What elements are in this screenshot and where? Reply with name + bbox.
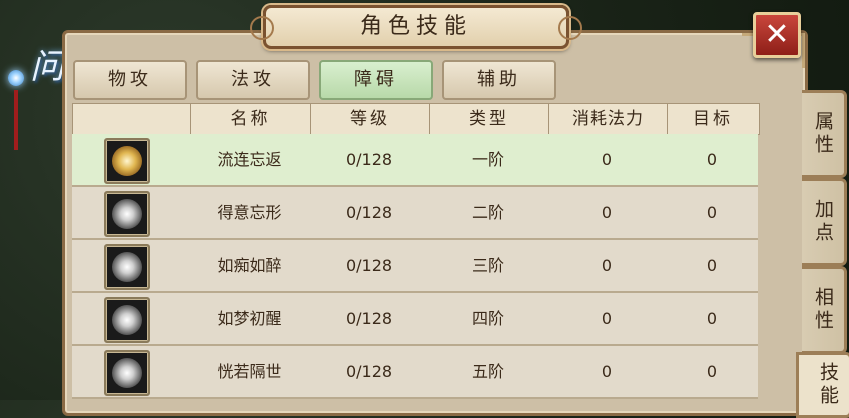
skill-target: 0 (706, 203, 718, 222)
skill-name: 恍若隔世 (217, 362, 282, 381)
skill-target: 0 (706, 150, 718, 169)
skill-type: 一阶 (471, 150, 504, 169)
table-row[interactable]: 恍若隔世 0/128 五阶 0 0 (72, 346, 758, 399)
skill-mana-cost: 0 (601, 150, 613, 169)
header-icon-column (73, 104, 191, 134)
tab-obstruction[interactable]: 障碍 (319, 60, 433, 100)
silver-sparkle-skill-icon[interactable] (104, 297, 150, 343)
skill-level: 0/128 (345, 150, 393, 169)
header-mana-cost: 消耗法力 (549, 104, 668, 134)
tab-support[interactable]: 辅助 (442, 60, 556, 100)
tab-physical-attack[interactable]: 物攻 (73, 60, 187, 100)
skill-level: 0/128 (345, 309, 393, 328)
skill-mana-cost: 0 (601, 309, 613, 328)
header-level: 等级 (311, 104, 430, 134)
silver-swirl-skill-icon[interactable] (104, 191, 150, 237)
header-type: 类型 (430, 104, 549, 134)
skill-level: 0/128 (345, 203, 393, 222)
skill-target: 0 (706, 362, 718, 381)
table-row[interactable]: 如痴如醉 0/128 三阶 0 0 (72, 240, 758, 293)
side-tab-affinity[interactable]: 相性 (802, 266, 847, 354)
skill-target: 0 (706, 256, 718, 275)
skill-type: 四阶 (471, 309, 504, 328)
side-tab-skills[interactable]: 技能 (796, 352, 849, 418)
table-row[interactable]: 如梦初醒 0/128 四阶 0 0 (72, 293, 758, 346)
skill-type: 五阶 (471, 362, 504, 381)
silver-mask-skill-icon[interactable] (104, 244, 150, 290)
silver-star-skill-icon[interactable] (104, 350, 150, 396)
skill-type: 二阶 (471, 203, 504, 222)
window-title: 角色技能 (250, 5, 582, 49)
skill-level: 0/128 (345, 362, 393, 381)
skill-target: 0 (706, 309, 718, 328)
skill-mana-cost: 0 (601, 203, 613, 222)
header-target: 目标 (693, 109, 733, 129)
table-row[interactable]: 得意忘形 0/128 二阶 0 0 (72, 187, 758, 240)
skill-name: 如梦初醒 (217, 309, 282, 328)
table-row[interactable]: 流连忘返 0/128 一阶 0 0 (72, 134, 758, 187)
skill-name: 如痴如醉 (217, 256, 282, 275)
side-tab-add-points[interactable]: 加点 (802, 178, 847, 266)
table-header: 名称 等级 类型 消耗法力 目标 (72, 103, 760, 135)
skill-mana-cost: 0 (601, 256, 613, 275)
orb-ornament-icon (8, 70, 24, 86)
skill-mana-cost: 0 (601, 362, 613, 381)
skill-type: 三阶 (471, 256, 504, 275)
side-tab-attributes[interactable]: 属性 (802, 90, 847, 178)
header-name: 名称 (191, 104, 311, 134)
skill-name: 流连忘返 (217, 150, 282, 169)
skill-level: 0/128 (345, 256, 393, 275)
close-button[interactable]: ✕ (753, 12, 801, 58)
golden-flame-skill-icon[interactable] (104, 138, 150, 184)
tab-magic-attack[interactable]: 法攻 (196, 60, 310, 100)
skill-name: 得意忘形 (217, 203, 282, 222)
tassel-ornament (14, 90, 18, 150)
